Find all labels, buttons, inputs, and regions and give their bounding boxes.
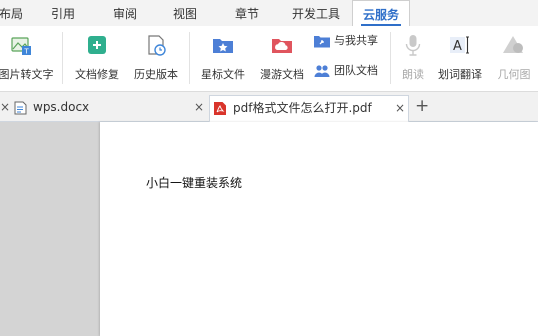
doc-tab-label: pdf格式文件怎么打开.pdf	[233, 101, 372, 115]
doc-tab-pdf[interactable]: pdf格式文件怎么打开.pdf ×	[209, 95, 409, 123]
read-aloud-button[interactable]: 朗读	[394, 26, 432, 90]
starred-folder-icon	[213, 39, 233, 53]
pdf-icon	[214, 102, 226, 115]
image-to-text-button[interactable]: T 图片转文字	[0, 26, 56, 90]
doc-tab-wps-docx[interactable]: wps.docx ×	[12, 95, 208, 120]
history-version-button[interactable]: 历史版本	[128, 26, 184, 90]
history-version-icon	[148, 35, 166, 56]
word-translate-label: 划词翻译	[438, 68, 482, 81]
geometry-icon	[503, 36, 523, 53]
roaming-folder-icon	[272, 39, 292, 53]
ribbon-separator	[189, 32, 190, 84]
svg-text:A: A	[453, 39, 462, 54]
close-icon[interactable]: ×	[194, 95, 204, 120]
starred-files-label: 星标文件	[201, 68, 245, 81]
translate-icon: A	[450, 36, 469, 54]
svg-text:T: T	[23, 48, 29, 56]
geometry-label: 几何图	[497, 68, 531, 81]
close-icon[interactable]: ×	[0, 95, 10, 120]
document-repair-icon	[88, 36, 106, 54]
image-to-text-label: 图片转文字	[0, 68, 54, 81]
close-icon[interactable]: ×	[395, 96, 405, 121]
team-docs-label: 团队文档	[334, 64, 378, 77]
tab-developer-tools[interactable]: 开发工具	[288, 0, 344, 26]
team-docs-button[interactable]: 团队文档	[314, 62, 386, 80]
ribbon-separator	[390, 32, 391, 84]
doc-tab-label: wps.docx	[33, 100, 90, 114]
document-repair-label: 文档修复	[75, 68, 119, 81]
tab-chapter[interactable]: 章节	[232, 0, 262, 26]
new-tab-button[interactable]: +	[415, 95, 429, 117]
ribbon: T 图片转文字 文档修复 历史版本 星标文件 漫游文档 与我共享 团队文档 朗读…	[0, 26, 538, 92]
microphone-icon	[405, 35, 421, 56]
tab-layout[interactable]: 布局	[0, 0, 26, 26]
tab-cloud-services-label: 云服务	[362, 8, 399, 22]
tab-references[interactable]: 引用	[48, 0, 78, 26]
team-docs-icon	[314, 65, 330, 77]
document-repair-button[interactable]: 文档修复	[68, 26, 126, 90]
tab-overflow-indicator: ×	[0, 95, 10, 120]
roaming-docs-label: 漫游文档	[260, 68, 304, 81]
tab-review[interactable]: 审阅	[110, 0, 140, 26]
menu-bar: 布局 引用 审阅 视图 章节 开发工具 云服务	[0, 0, 538, 28]
geometry-button[interactable]: 几何图	[490, 26, 538, 90]
image-to-text-icon: T	[11, 37, 31, 56]
ribbon-separator	[62, 32, 63, 84]
word-translate-button[interactable]: A 划词翻译	[432, 26, 488, 90]
document-body-text[interactable]: 小白一键重装系统	[146, 174, 242, 191]
roaming-docs-button[interactable]: 漫游文档	[253, 26, 311, 90]
wps-doc-icon	[14, 101, 27, 115]
history-version-label: 历史版本	[134, 68, 178, 81]
tab-cloud-services[interactable]: 云服务	[352, 0, 410, 28]
shared-with-me-button[interactable]: 与我共享	[314, 32, 386, 50]
document-page[interactable]	[100, 122, 538, 336]
document-tabs-bar: × wps.docx × pdf格式文件怎么打开.pdf ×	[0, 92, 538, 123]
read-aloud-label: 朗读	[402, 68, 424, 81]
tab-view[interactable]: 视图	[170, 0, 200, 26]
shared-with-me-label: 与我共享	[334, 34, 378, 47]
starred-files-button[interactable]: 星标文件	[195, 26, 251, 90]
shared-with-me-icon	[314, 36, 330, 48]
